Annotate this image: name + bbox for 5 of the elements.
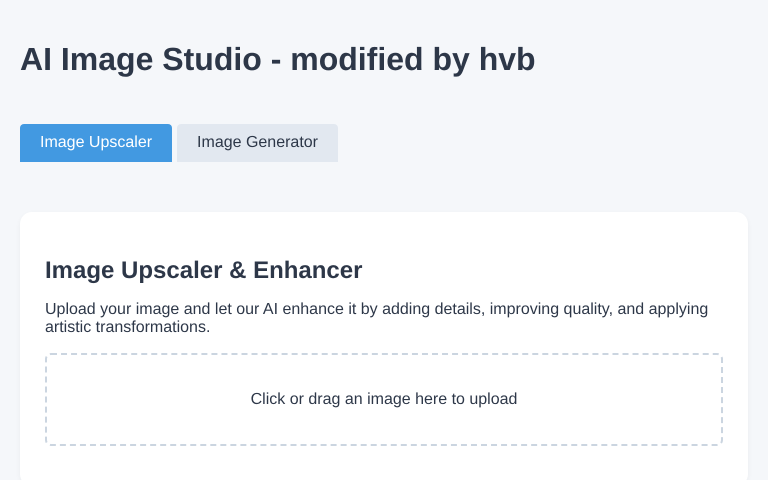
upload-dropzone[interactable]: Click or drag an image here to upload xyxy=(45,353,723,446)
tab[interactable]: Image Generator xyxy=(177,124,338,162)
card-description: Upload your image and let our AI enhance it by adding details, improving quality, and applying artistic transformations. xyxy=(45,301,710,337)
card-heading: Image Upscaler & Enhancer xyxy=(45,257,364,285)
page-title: AI Image Studio - modified by hvb xyxy=(20,40,537,79)
